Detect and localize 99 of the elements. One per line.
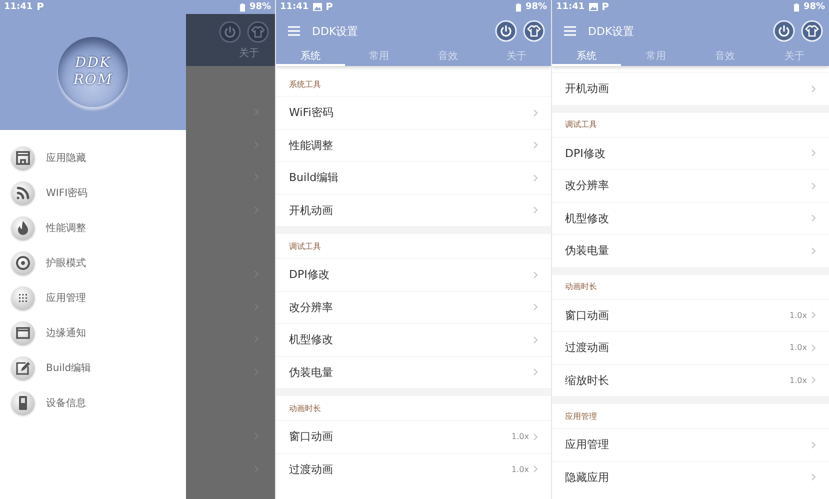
settings-row[interactable]: 窗口动画 1.0x [552,298,829,331]
drawer-menu-item[interactable]: 应用管理 [0,280,186,315]
chevron-icon [811,84,816,93]
chevron-icon [811,311,816,320]
power-icon[interactable] [773,20,795,42]
chevron-icon [811,344,816,352]
chevron-icon [533,174,538,182]
section-title: 调试工具 [565,119,597,130]
section-title: 动画时长 [565,281,597,292]
chevron-icon [811,149,816,158]
row-label: 开机动画 [289,202,333,218]
row-label: 机型修改 [289,332,333,348]
chevron-icon [533,141,538,150]
row-label: 改分辨率 [289,300,333,315]
drawer-menu-item[interactable]: 边缘通知 [0,315,186,350]
clock-text: 11:41 [556,2,585,12]
notification-icon: P [602,2,609,12]
row-label: 开机动画 [565,81,609,96]
chevron-icon [533,432,538,441]
chevron-icon [811,376,816,384]
grid-icon [11,286,35,310]
flame-icon [11,216,35,240]
settings-row[interactable]: 应用管理 [552,428,829,460]
chevron-icon [533,270,538,279]
window-icon [11,320,35,344]
chevron-icon [811,440,816,449]
row-label: 伪装电量 [565,243,609,258]
chevron-icon [811,214,816,222]
shirt-icon [247,21,269,43]
app-box-icon [11,146,35,170]
row-value: 1.0x [512,432,529,442]
settings-row[interactable]: DPI修改 [552,136,829,169]
row-value: 1.0x [790,343,807,352]
chevron-icon [811,246,816,255]
image-icon [312,3,322,11]
chevron-icon [533,108,538,117]
chevron-icon [533,206,538,214]
chevron-icon [811,473,816,482]
drawer-menu-item[interactable]: 性能调整 [0,210,186,245]
section-title: 系统工具 [289,78,321,90]
rss-icon [11,180,35,204]
battery-text: 98% [525,2,547,12]
settings-row[interactable]: 过渡动画 1.0x [552,331,829,364]
shirt-icon[interactable] [523,20,545,42]
settings-row[interactable]: 隐藏应用 [552,460,829,493]
shirt-icon[interactable] [801,20,823,42]
row-label: 改分辨率 [565,178,609,194]
drawer-menu-item[interactable]: 设备信息 [0,385,186,420]
logo-text: DDK [75,55,111,72]
edit-icon [11,356,35,380]
battery-icon [516,2,522,12]
power-icon [219,21,241,43]
row-label: 窗口动画 [289,429,333,444]
row-label: 隐藏应用 [565,470,609,485]
settings-row[interactable]: 改分辨率 [552,169,829,202]
drawer-menu-item[interactable]: 应用隐藏 [0,140,186,175]
row-label: 过渡动画 [565,340,609,356]
logo-text: ROM [73,72,113,89]
drawer-menu-item[interactable]: Build编辑 [0,350,186,385]
target-icon [11,250,35,274]
chevron-icon [533,368,538,376]
row-label: Build编辑 [289,170,339,186]
notification-icon: P [36,2,44,12]
row-label: DPI修改 [565,146,606,161]
notification-icon: P [326,2,333,12]
drawer-menu-item[interactable]: 护眼模式 [0,245,186,280]
image-icon [588,3,598,11]
row-label: 机型修改 [565,210,609,226]
row-label: 应用管理 [565,437,609,452]
tab-label: 关于 [239,46,259,60]
clock-text: 11:41 [280,2,309,12]
power-icon[interactable] [495,20,517,42]
battery-text: 98% [803,2,825,12]
chevron-icon [533,465,538,474]
row-label: WiFi密码 [289,105,334,120]
row-value: 1.0x [512,464,529,474]
row-label: 伪装电量 [289,364,333,380]
app-title: DDK设置 [312,24,358,38]
settings-row[interactable]: 机型修改 [552,202,829,234]
row-label: 性能调整 [289,138,333,153]
phone-icon [11,390,35,414]
clock-text: 11:41 [4,2,33,12]
row-label: 缩放时长 [565,372,609,388]
chevron-icon [811,182,816,190]
section-title: 动画时长 [289,402,321,414]
row-label: 窗口动画 [565,308,609,323]
row-label: 过渡动画 [289,462,333,477]
chevron-icon [533,336,538,344]
row-value: 1.0x [790,310,807,320]
battery-icon [240,2,246,12]
section-title: 调试工具 [289,240,321,252]
app-title: DDK设置 [588,24,634,38]
section-title: 应用管理 [565,410,597,422]
chevron-icon [533,303,538,312]
battery-text: 98% [249,2,271,12]
row-label: DPI修改 [289,267,330,282]
row-value: 1.0x [790,376,807,385]
battery-icon [794,2,800,12]
drawer-menu-item[interactable]: WIFI密码 [0,175,186,210]
